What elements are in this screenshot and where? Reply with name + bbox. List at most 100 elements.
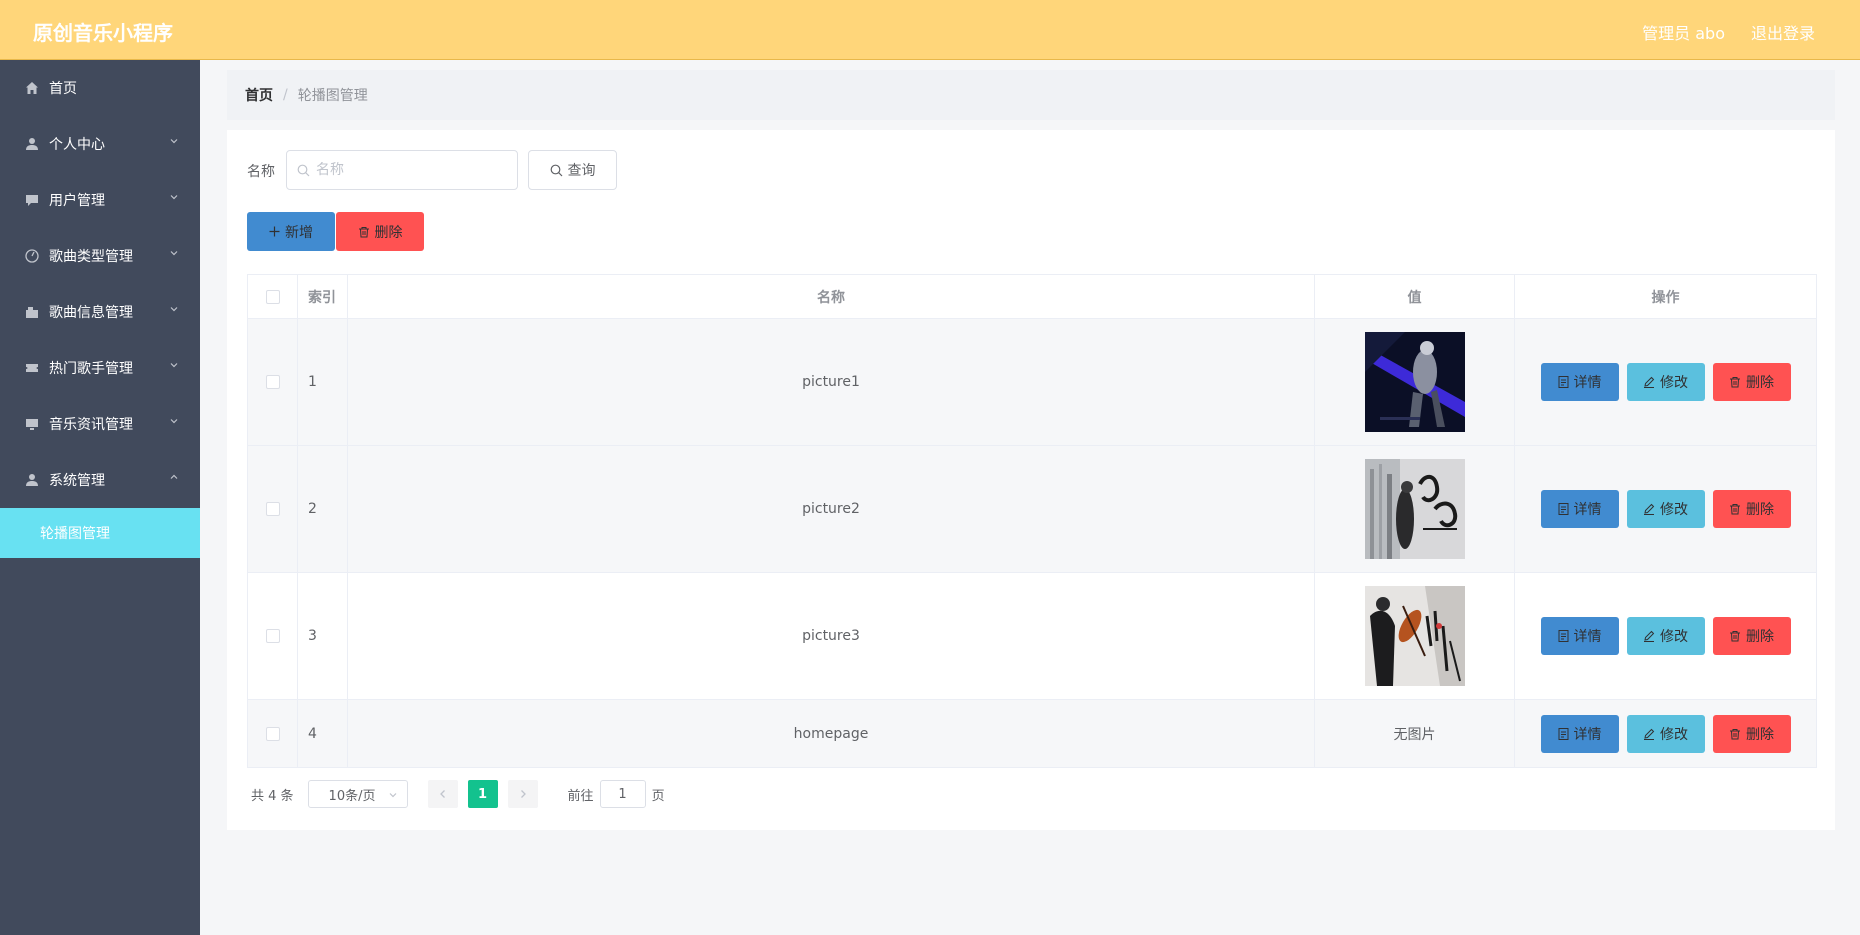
- document-icon: [1558, 503, 1568, 515]
- goto-page-input[interactable]: [599, 780, 646, 808]
- row-value-text: 无图片: [1315, 700, 1515, 767]
- row-ops: 详情 修改 删除: [1515, 573, 1816, 699]
- row-index: 1: [298, 319, 348, 445]
- admin-label: 管理员 abo: [1642, 24, 1725, 43]
- row-check-cell: [248, 446, 298, 572]
- ticket-icon: [24, 360, 40, 376]
- row-index: 2: [298, 446, 348, 572]
- table-row: 1 picture1 详情 修改 删除: [248, 319, 1816, 446]
- edit-button[interactable]: 修改: [1626, 617, 1705, 655]
- row-checkbox[interactable]: [265, 375, 280, 389]
- delete-button[interactable]: 删除: [1712, 490, 1791, 528]
- edit-button[interactable]: 修改: [1626, 490, 1705, 528]
- batch-delete-button[interactable]: 删除: [336, 212, 424, 251]
- monitor-icon: [24, 416, 40, 432]
- sidebar-item-music-news[interactable]: 音乐资讯管理: [0, 396, 200, 452]
- carousel-thumbnail: [1364, 332, 1465, 432]
- query-button-label: 查询: [567, 163, 596, 179]
- sidebar-item-label: 热门歌手管理: [49, 361, 133, 377]
- edit-label: 修改: [1660, 375, 1688, 391]
- search-field[interactable]: [286, 150, 518, 190]
- breadcrumb-current: 轮播图管理: [297, 88, 368, 104]
- row-ops: 详情 修改 删除: [1515, 700, 1816, 767]
- sidebar-item-label: 音乐资讯管理: [49, 417, 133, 433]
- header-ops: 操作: [1651, 289, 1680, 306]
- header-value: 值: [1315, 275, 1515, 318]
- page-size-value: 10条/页: [328, 788, 376, 804]
- row-checkbox[interactable]: [265, 726, 280, 741]
- person-icon: [24, 136, 40, 152]
- row-ops: 详情 修改 删除: [1515, 446, 1816, 572]
- delete-label: 删除: [1746, 375, 1774, 391]
- sidebar-item-home[interactable]: 首页: [0, 60, 200, 116]
- header-check-cell: [248, 275, 298, 318]
- batch-delete-label: 删除: [374, 224, 403, 241]
- row-ops: 详情 修改 删除: [1515, 319, 1816, 445]
- logout-link[interactable]: 退出登录: [1751, 20, 1815, 44]
- edit-label: 修改: [1660, 502, 1688, 518]
- detail-button[interactable]: 详情: [1540, 617, 1619, 655]
- row-checkbox[interactable]: [265, 629, 280, 643]
- search-input[interactable]: [316, 162, 506, 178]
- chevron-right-icon: [520, 790, 526, 798]
- chevron-down-icon: [170, 139, 178, 144]
- edit-button[interactable]: 修改: [1626, 363, 1705, 401]
- header-index: 索引: [298, 275, 348, 318]
- chevron-down-icon: [170, 195, 178, 200]
- trash-icon: [1730, 377, 1740, 388]
- carousel-table: 索引 名称 值 操作 1 picture1 详情 修改 删除 2 picture…: [247, 274, 1817, 768]
- prev-page-button[interactable]: [427, 780, 458, 808]
- page-suffix-label: 页: [651, 788, 665, 804]
- delete-button[interactable]: 删除: [1712, 617, 1791, 655]
- row-name: homepage: [348, 700, 1315, 767]
- delete-button[interactable]: 删除: [1712, 714, 1791, 753]
- detail-label: 详情: [1573, 726, 1602, 743]
- sidebar-item-song-info[interactable]: 歌曲信息管理: [0, 284, 200, 340]
- select-all-checkbox[interactable]: [265, 289, 280, 304]
- goto-label: 前往: [567, 788, 594, 804]
- detail-button[interactable]: 详情: [1540, 490, 1619, 528]
- row-index: 3: [298, 573, 348, 699]
- sidebar-item-song-type[interactable]: 歌曲类型管理: [0, 228, 200, 284]
- query-button[interactable]: 查询: [528, 150, 617, 190]
- pagination: 共 4 条 10条/页 1 前往 页: [251, 780, 665, 808]
- document-icon: [1558, 727, 1568, 740]
- next-page-button[interactable]: [507, 780, 538, 808]
- table-row: 3 picture3 详情 修改 删除: [248, 573, 1816, 700]
- add-button[interactable]: 新增: [247, 212, 335, 251]
- sidebar-item-personal-center[interactable]: 个人中心: [0, 116, 200, 172]
- chevron-down-icon: [170, 363, 178, 368]
- detail-button[interactable]: 详情: [1540, 363, 1619, 401]
- edit-label: 修改: [1660, 629, 1688, 645]
- sidebar-item-system[interactable]: 系统管理: [0, 452, 200, 508]
- row-check-cell: [248, 700, 298, 767]
- row-checkbox[interactable]: [265, 502, 280, 516]
- trash-icon: [358, 226, 369, 237]
- disc-icon: [24, 248, 40, 264]
- detail-label: 详情: [1573, 375, 1602, 391]
- sidebar-subitem-carousel[interactable]: 轮播图管理: [0, 508, 200, 558]
- table-row: 4 homepage 无图片 详情 修改 删除: [248, 700, 1816, 767]
- row-value-cell: [1315, 446, 1515, 572]
- breadcrumb-home[interactable]: 首页: [245, 85, 273, 105]
- detail-button[interactable]: 详情: [1540, 714, 1619, 753]
- edit-label: 修改: [1660, 726, 1688, 743]
- row-index: 4: [298, 700, 348, 767]
- page-size-select[interactable]: 10条/页: [307, 780, 408, 808]
- pencil-icon: [1644, 630, 1655, 642]
- page-number-current[interactable]: 1: [467, 780, 498, 808]
- folder-icon: [24, 304, 40, 320]
- row-name: picture2: [348, 446, 1315, 572]
- top-header: 原创音乐小程序 管理员 abo 退出登录: [0, 0, 1860, 60]
- home-icon: [24, 80, 40, 96]
- sidebar-item-user-management[interactable]: 用户管理: [0, 172, 200, 228]
- delete-button[interactable]: 删除: [1712, 363, 1791, 401]
- table-header-row: 索引 名称 值 操作: [248, 275, 1816, 319]
- edit-button[interactable]: 修改: [1626, 714, 1705, 753]
- row-check-cell: [248, 573, 298, 699]
- carousel-thumbnail: [1364, 459, 1465, 559]
- sidebar-item-hot-singer[interactable]: 热门歌手管理: [0, 340, 200, 396]
- sidebar-item-label: 首页: [49, 81, 77, 97]
- search-icon: [550, 164, 562, 176]
- pagination-total: 共 4 条: [251, 788, 294, 804]
